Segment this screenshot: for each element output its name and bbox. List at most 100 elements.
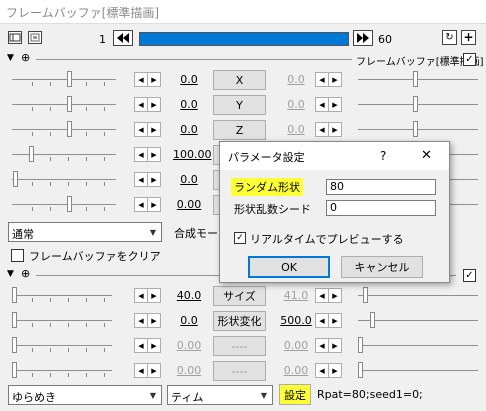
param-name-button[interactable]: X <box>213 70 266 90</box>
slider-thumb[interactable] <box>413 71 418 87</box>
param-start-value[interactable]: 0.0 <box>173 314 205 327</box>
slider-track[interactable] <box>358 370 478 371</box>
param-name-button[interactable]: 形状変化 <box>213 311 266 331</box>
param-start-value[interactable]: 100.00 <box>173 148 212 161</box>
slider-track[interactable] <box>358 79 478 80</box>
realtime-preview-checkbox[interactable]: ✓ <box>234 232 246 244</box>
param-end-value[interactable]: 0.0 <box>280 123 312 136</box>
decrement-arrow-icon[interactable]: ◀ <box>134 197 148 212</box>
skip-start-icon[interactable] <box>113 30 133 46</box>
type-select[interactable]: ティム ▼ <box>167 385 273 405</box>
param-start-value[interactable]: 0.00 <box>173 364 205 377</box>
slider-track[interactable] <box>358 104 478 105</box>
decrement-arrow-icon[interactable]: ◀ <box>315 97 329 112</box>
param-name-button[interactable]: Z <box>213 120 266 140</box>
slider-track[interactable] <box>358 129 478 130</box>
slider-thumb[interactable] <box>12 312 17 328</box>
param-end-value[interactable]: 500.0 <box>280 314 312 327</box>
cancel-button[interactable]: キャンセル <box>341 256 423 278</box>
increment-arrow-icon[interactable]: ▶ <box>328 72 342 87</box>
slider-thumb[interactable] <box>413 121 418 137</box>
decrement-arrow-icon[interactable]: ◀ <box>134 72 148 87</box>
collapse-arrow-icon[interactable]: ▼ <box>7 269 14 279</box>
slider-thumb[interactable] <box>363 287 368 303</box>
slider-thumb[interactable] <box>29 146 34 162</box>
decrement-arrow-icon[interactable]: ◀ <box>315 72 329 87</box>
param-start-value[interactable]: 0.0 <box>173 73 205 86</box>
clear-framebuffer-checkbox[interactable] <box>11 249 24 262</box>
param-end-value[interactable]: 0.0 <box>280 98 312 111</box>
slider-thumb[interactable] <box>12 362 17 378</box>
slider-track[interactable] <box>12 345 112 346</box>
slider-thumb[interactable] <box>413 96 418 112</box>
slider-track[interactable] <box>358 320 478 321</box>
slider-thumb[interactable] <box>67 121 72 137</box>
slider-track[interactable] <box>12 179 116 180</box>
param-start-value[interactable]: 0.00 <box>173 339 205 352</box>
decrement-arrow-icon[interactable]: ◀ <box>315 363 329 378</box>
decrement-arrow-icon[interactable]: ◀ <box>134 97 148 112</box>
slider-thumb[interactable] <box>67 196 72 212</box>
param-start-value[interactable]: 40.0 <box>173 289 205 302</box>
slider-track[interactable] <box>12 154 116 155</box>
close-icon[interactable]: ✕ <box>421 148 432 163</box>
increment-arrow-icon[interactable]: ▶ <box>147 288 161 303</box>
link-icon[interactable]: ↻ <box>442 30 457 45</box>
slider-track[interactable] <box>358 345 478 346</box>
increment-arrow-icon[interactable]: ▶ <box>147 97 161 112</box>
param-start-value[interactable]: 0.00 <box>173 198 205 211</box>
slider-thumb[interactable] <box>12 337 17 353</box>
object1-checkbox[interactable]: ✓ <box>463 53 476 66</box>
slider-thumb[interactable] <box>67 96 72 112</box>
settings-button[interactable]: 設定 <box>279 384 311 405</box>
param-start-value[interactable]: 0.0 <box>173 123 205 136</box>
effect-select[interactable]: ゆらめき ▼ <box>8 385 162 405</box>
increment-arrow-icon[interactable]: ▶ <box>328 363 342 378</box>
slider-track[interactable] <box>12 104 116 105</box>
increment-arrow-icon[interactable]: ▶ <box>328 288 342 303</box>
decrement-arrow-icon[interactable]: ◀ <box>315 288 329 303</box>
param-name-button[interactable]: Y <box>213 95 266 115</box>
increment-arrow-icon[interactable]: ▶ <box>147 338 161 353</box>
slider-track[interactable] <box>12 79 116 80</box>
slider-thumb[interactable] <box>67 71 72 87</box>
param-name-button[interactable]: ---- <box>213 336 266 356</box>
help-icon[interactable]: ? <box>380 149 386 163</box>
collapse-arrow-icon[interactable]: ▼ <box>7 53 14 63</box>
increment-arrow-icon[interactable]: ▶ <box>328 97 342 112</box>
increment-arrow-icon[interactable]: ▶ <box>147 122 161 137</box>
param-name-button[interactable]: サイズ <box>213 286 266 306</box>
param-end-value[interactable]: 41.0 <box>280 289 312 302</box>
skip-end-icon[interactable] <box>353 30 373 46</box>
decrement-arrow-icon[interactable]: ◀ <box>315 122 329 137</box>
param-name-button[interactable]: ---- <box>213 361 266 381</box>
slider-thumb[interactable] <box>13 171 18 187</box>
increment-arrow-icon[interactable]: ▶ <box>328 313 342 328</box>
increment-arrow-icon[interactable]: ▶ <box>147 313 161 328</box>
decrement-arrow-icon[interactable]: ◀ <box>134 363 148 378</box>
slider-track[interactable] <box>12 320 112 321</box>
film-icon[interactable] <box>8 31 22 44</box>
slider-track[interactable] <box>12 370 112 371</box>
decrement-arrow-icon[interactable]: ◀ <box>134 288 148 303</box>
increment-arrow-icon[interactable]: ▶ <box>147 197 161 212</box>
param-end-value[interactable]: 0.00 <box>280 364 312 377</box>
decrement-arrow-icon[interactable]: ◀ <box>134 313 148 328</box>
slider-thumb[interactable] <box>12 287 17 303</box>
slider-track[interactable] <box>12 204 116 205</box>
slider-thumb[interactable] <box>370 312 375 328</box>
increment-arrow-icon[interactable]: ▶ <box>147 72 161 87</box>
param-end-value[interactable]: 0.0 <box>280 73 312 86</box>
decrement-arrow-icon[interactable]: ◀ <box>134 122 148 137</box>
random-shape-input[interactable]: 80 <box>326 179 436 195</box>
decrement-arrow-icon[interactable]: ◀ <box>134 172 148 187</box>
slider-track[interactable] <box>12 295 112 296</box>
param-start-value[interactable]: 0.0 <box>173 173 205 186</box>
decrement-arrow-icon[interactable]: ◀ <box>315 338 329 353</box>
ok-button[interactable]: OK <box>248 256 330 278</box>
decrement-arrow-icon[interactable]: ◀ <box>315 313 329 328</box>
increment-arrow-icon[interactable]: ▶ <box>147 172 161 187</box>
slider-track[interactable] <box>358 295 478 296</box>
grid-icon[interactable] <box>28 31 42 44</box>
increment-arrow-icon[interactable]: ▶ <box>328 338 342 353</box>
